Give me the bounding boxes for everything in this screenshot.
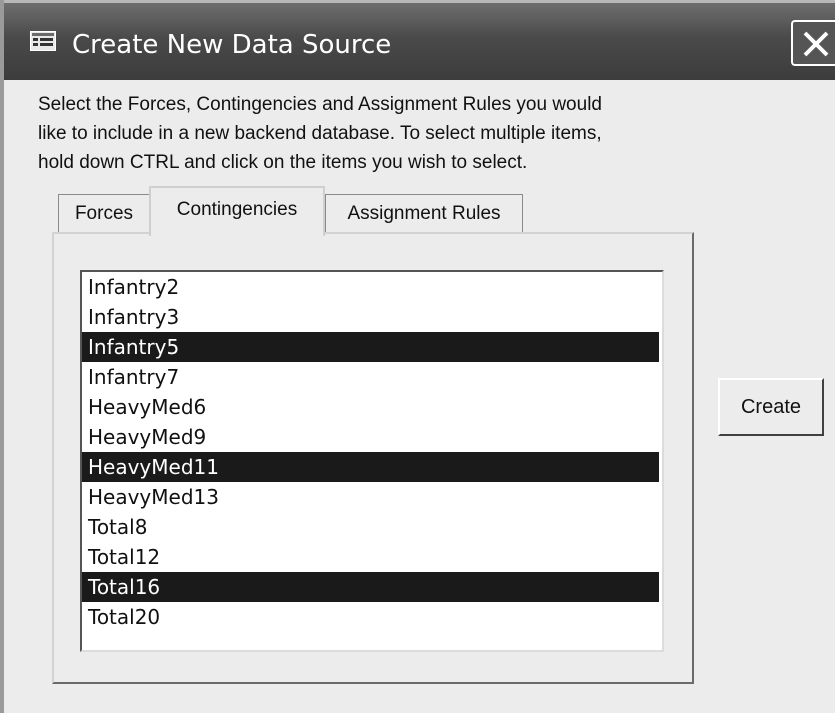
list-item[interactable]: HeavyMed6 [82, 392, 659, 422]
list-item[interactable]: HeavyMed9 [82, 422, 659, 452]
window-title: Create New Data Source [72, 30, 392, 60]
list-item[interactable]: Total16 [82, 572, 659, 602]
instructions-line: like to include in a new backend databas… [38, 123, 602, 144]
instructions-text: Select the Forces, Contingencies and Ass… [38, 90, 798, 177]
dialog-window: Create New Data Source Select the Forces… [0, 0, 835, 713]
tab-assignment-rules[interactable]: Assignment Rules [325, 194, 523, 234]
list-item[interactable]: HeavyMed13 [82, 482, 659, 512]
close-button[interactable] [791, 20, 835, 66]
tab-forces[interactable]: Forces [58, 194, 150, 234]
create-button[interactable]: Create [718, 378, 824, 436]
close-icon [803, 31, 829, 57]
instructions-line: Select the Forces, Contingencies and Ass… [38, 94, 602, 115]
title-bar[interactable]: Create New Data Source [4, 0, 835, 80]
instructions-line: hold down CTRL and click on the items yo… [38, 152, 528, 173]
tab-strip: Forces Contingencies Assignment Rules [52, 186, 572, 236]
contingencies-listbox[interactable]: Infantry2 Infantry3 Infantry5 Infantry7 … [80, 270, 664, 652]
tab-contingencies[interactable]: Contingencies [149, 186, 325, 236]
list-item[interactable]: Total8 [82, 512, 659, 542]
form-icon [30, 31, 56, 51]
list-item[interactable]: Infantry3 [82, 302, 659, 332]
list-item[interactable]: HeavyMed11 [82, 452, 659, 482]
list-item[interactable]: Total12 [82, 542, 659, 572]
list-item[interactable]: Infantry7 [82, 362, 659, 392]
list-item[interactable]: Total20 [82, 602, 659, 632]
list-item[interactable]: Infantry2 [82, 272, 659, 302]
list-item[interactable]: Infantry5 [82, 332, 659, 362]
